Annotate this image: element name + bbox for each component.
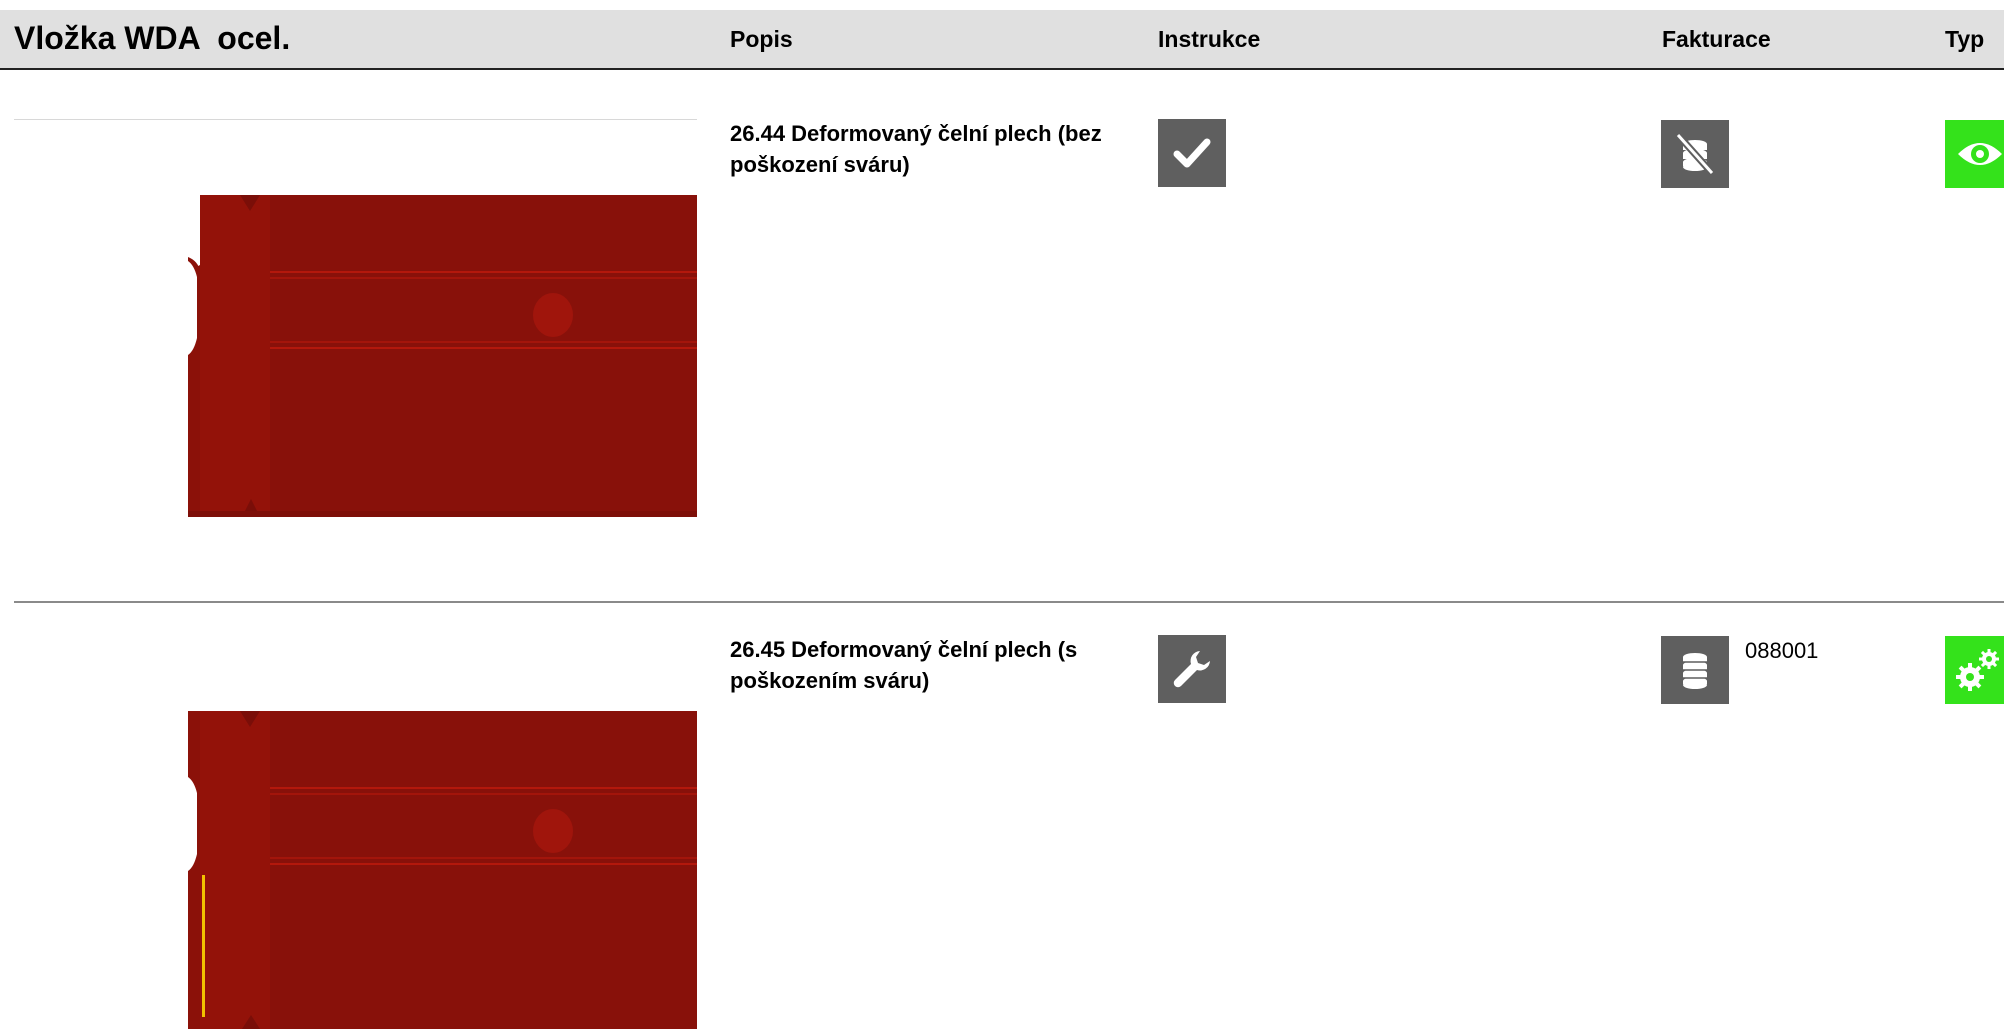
page-title: Vložka WDA ocel. bbox=[14, 20, 291, 56]
coins-icon[interactable] bbox=[1661, 636, 1729, 704]
divider bbox=[14, 119, 697, 120]
part-image bbox=[188, 195, 697, 517]
no-coins-icon[interactable] bbox=[1661, 120, 1729, 188]
column-header-popis: Popis bbox=[730, 26, 793, 52]
column-header-typ: Typ bbox=[1945, 26, 1985, 52]
weld-damage-mark bbox=[202, 875, 205, 1017]
instruction-wrench-icon[interactable] bbox=[1158, 635, 1226, 703]
column-header-instrukce: Instrukce bbox=[1158, 26, 1261, 52]
part-image bbox=[188, 711, 697, 1029]
row-description: 26.44 Deformovaný čelní plech (bez poško… bbox=[730, 121, 1102, 177]
column-header-fakturace: Fakturace bbox=[1662, 26, 1771, 52]
gears-icon[interactable] bbox=[1945, 636, 2004, 704]
instruction-checkmark-icon[interactable] bbox=[1158, 119, 1226, 187]
eye-icon[interactable] bbox=[1945, 120, 2004, 188]
table-header: Vložka WDA ocel. Popis Instrukce Faktura… bbox=[0, 10, 2004, 70]
row-divider bbox=[14, 601, 2004, 603]
row-description: 26.45 Deformovaný čelní plech (s poškoze… bbox=[730, 637, 1078, 693]
billing-code: 088001 bbox=[1745, 638, 1819, 663]
